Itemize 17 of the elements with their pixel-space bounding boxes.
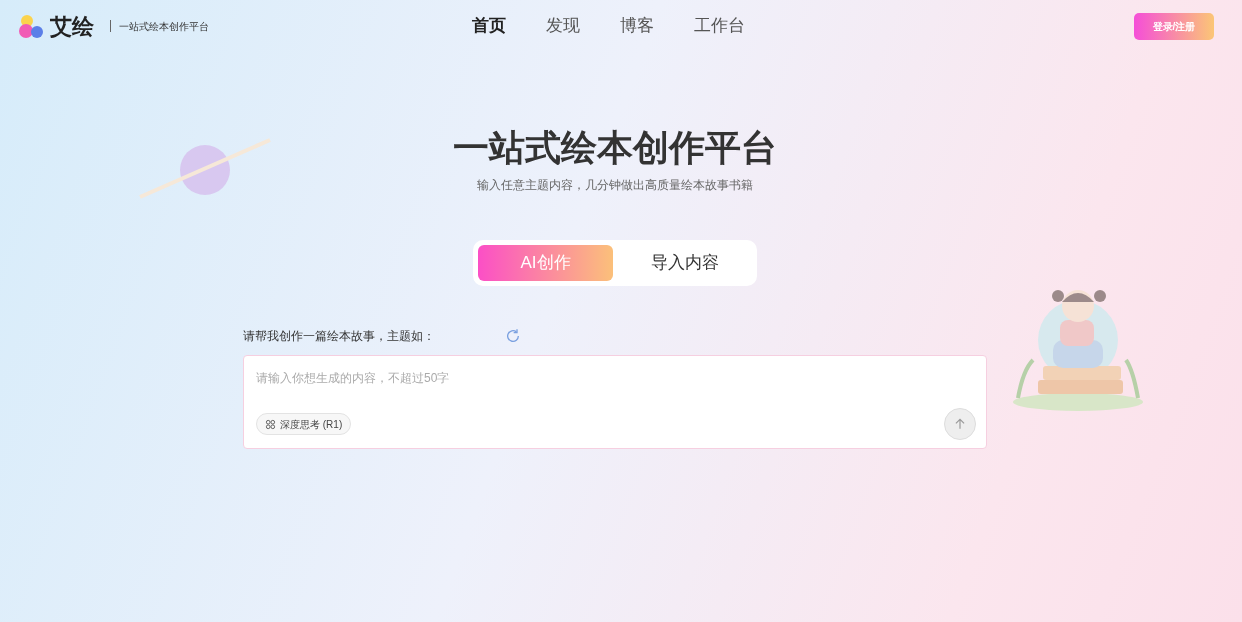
nav-link[interactable]: 博客 [620,13,654,39]
prompt-field[interactable]: 请输入你想生成的内容，不超过50字 深度思考 (R1) [243,355,987,449]
logo-text: 艾绘 [50,12,94,41]
prompt-label: 请帮我创作一篇绘本故事，主题如： [243,328,435,345]
tagline: 一站式绘本创作平台 [119,19,209,34]
nav-link[interactable]: 发现 [546,13,580,39]
hero-title: 一站式绘本创作平台 [453,126,777,170]
arrow-up-icon [953,417,967,431]
deep-think-toggle[interactable]: 深度思考 (R1) [256,413,352,435]
refresh-icon[interactable] [505,328,521,344]
hero-subtitle: 输入任意主题内容，几分钟做出高质量绘本故事书籍 [477,177,753,194]
atom-icon [265,418,276,430]
send-button[interactable] [944,408,976,440]
nav-link[interactable]: 工作台 [694,13,745,39]
nav-link[interactable]: 首页 [472,13,506,39]
mode-tab[interactable]: 导入内容 [617,245,752,281]
logo-icon [18,13,46,39]
